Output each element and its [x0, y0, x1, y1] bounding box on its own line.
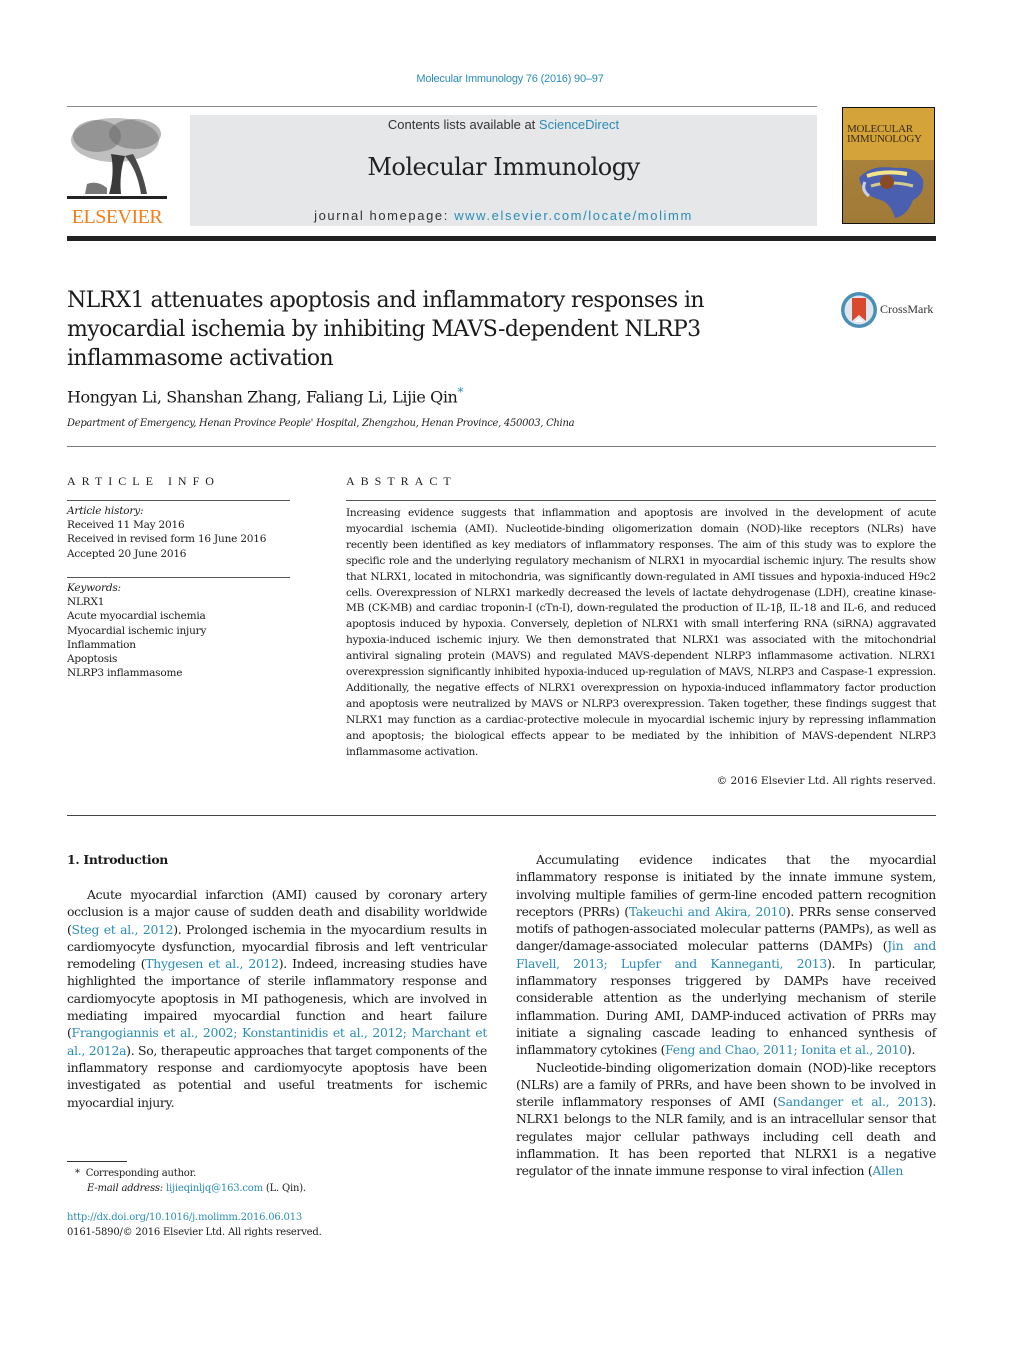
elsevier-tree-icon	[67, 114, 167, 200]
homepage-line: journal homepage: www.elsevier.com/locat…	[190, 208, 817, 223]
affiliation-rule	[67, 446, 936, 447]
keywords-label: Keywords:	[67, 582, 121, 594]
contents-line: Contents lists available at ScienceDirec…	[190, 117, 817, 132]
article-history: Article history: Received 11 May 2016 Re…	[67, 504, 290, 561]
sciencedirect-link[interactable]: ScienceDirect	[539, 117, 619, 132]
citation-link[interactable]: Feng and Chao, 2011; Ionita et al., 2010	[665, 1042, 907, 1057]
footnote-corresponding: * Corresponding author. E-mail address: …	[67, 1167, 367, 1196]
article-history-label: Article history:	[67, 505, 144, 517]
crossmark-badge[interactable]: CrossMark	[840, 291, 940, 329]
email-line: E-mail address: lijieqinljq@163.com (L. …	[67, 1182, 367, 1197]
authors-names: Hongyan Li, Shanshan Zhang, Faliang Li, …	[67, 387, 458, 407]
intro-paragraph-2: Accumulating evidence indicates that the…	[516, 851, 936, 1059]
email-link[interactable]: lijieqinljq@163.com	[166, 1183, 263, 1194]
section-heading-introduction: 1. Introduction	[67, 852, 168, 867]
homepage-prefix: journal homepage:	[314, 208, 455, 223]
crossmark-label: CrossMark	[880, 302, 934, 316]
article-info-heading: ARTICLE INFO	[67, 474, 220, 488]
keyword-item: Apoptosis	[67, 653, 118, 666]
citation-link[interactable]: Steg et al., 2012	[72, 922, 174, 937]
corresponding-author-text: Corresponding author.	[85, 1168, 197, 1179]
abstract-bottom-rule	[67, 815, 936, 816]
body-text: ). So, therapeutic approaches that targe…	[67, 1042, 487, 1110]
abstract-copyright: © 2016 Elsevier Ltd. All rights reserved…	[716, 775, 936, 787]
body-right-column: Accumulating evidence indicates that the…	[516, 851, 936, 1180]
article-info-rule	[67, 500, 290, 501]
journal-banner: Contents lists available at ScienceDirec…	[190, 115, 817, 226]
keyword-item: Acute myocardial ischemia	[67, 610, 206, 623]
crossmark-icon	[841, 292, 877, 328]
doi-block: http://dx.doi.org/10.1016/j.molimm.2016.…	[67, 1211, 387, 1240]
corresponding-author-note: * Corresponding author.	[67, 1167, 367, 1182]
journal-cover-thumbnail[interactable]: MOLECULAR IMMUNOLOGY	[842, 107, 935, 224]
doi-link[interactable]: http://dx.doi.org/10.1016/j.molimm.2016.…	[67, 1212, 302, 1223]
history-accepted: Accepted 20 June 2016	[67, 547, 187, 560]
footnote-rule	[67, 1161, 127, 1162]
keyword-item: Inflammation	[67, 638, 136, 651]
citation-link[interactable]: Allen	[872, 1163, 903, 1178]
keywords: Keywords: NLRX1 Acute myocardial ischemi…	[67, 581, 290, 680]
abstract-rule	[346, 500, 936, 501]
keyword-item: Myocardial ischemic injury	[67, 624, 207, 637]
journal-homepage-link[interactable]: www.elsevier.com/locate/molimm	[454, 208, 693, 223]
intro-paragraph-3: Nucleotide-binding oligomerization domai…	[516, 1059, 936, 1180]
elsevier-logo[interactable]: ELSEVIER	[67, 114, 167, 228]
article-title: NLRX1 attenuates apoptosis and inflammat…	[67, 288, 705, 371]
intro-paragraph-1: Acute myocardial infarction (AMI) caused…	[67, 886, 487, 1111]
body-text: ).	[906, 1042, 916, 1058]
cover-title-line2: IMMUNOLOGY	[847, 133, 922, 145]
email-suffix: (L. Qin).	[262, 1182, 306, 1194]
journal-name: Molecular Immunology	[367, 153, 640, 181]
keywords-rule	[67, 577, 290, 578]
cover-title: MOLECULAR IMMUNOLOGY	[847, 124, 933, 145]
affiliation: Department of Emergency, Henan Province …	[67, 418, 575, 429]
body-left-column: Acute myocardial infarction (AMI) caused…	[67, 886, 487, 1111]
protein-structure-icon	[859, 167, 924, 218]
keyword-item: NLRX1	[67, 596, 105, 609]
abstract-text: Increasing evidence suggests that inflam…	[346, 507, 936, 758]
citation-link[interactable]: Sandanger et al., 2013	[777, 1094, 928, 1109]
history-revised: Received in revised form 16 June 2016	[67, 533, 267, 546]
author-list: Hongyan Li, Shanshan Zhang, Faliang Li, …	[67, 385, 463, 406]
citation-link[interactable]: Thygesen et al., 2012	[145, 956, 279, 971]
issn-copyright: 0161-5890/© 2016 Elsevier Ltd. All right…	[67, 1226, 322, 1238]
header-bottom-rule	[67, 236, 936, 241]
contents-prefix: Contents lists available at	[387, 117, 539, 132]
footnote-marker: *	[75, 1168, 80, 1179]
keyword-item: NLRP3 inflammasome	[67, 667, 183, 680]
email-label: E-mail address:	[87, 1182, 163, 1194]
citation-link[interactable]: Takeuchi and Akira, 2010	[629, 904, 786, 919]
abstract-heading: ABSTRACT	[346, 474, 457, 488]
history-received: Received 11 May 2016	[67, 519, 185, 532]
journal-citation[interactable]: Molecular Immunology 76 (2016) 90–97	[0, 73, 1020, 85]
elsevier-wordmark: ELSEVIER	[71, 206, 163, 228]
corresponding-author-marker[interactable]: *	[457, 385, 463, 399]
header-top-rule	[67, 106, 817, 107]
